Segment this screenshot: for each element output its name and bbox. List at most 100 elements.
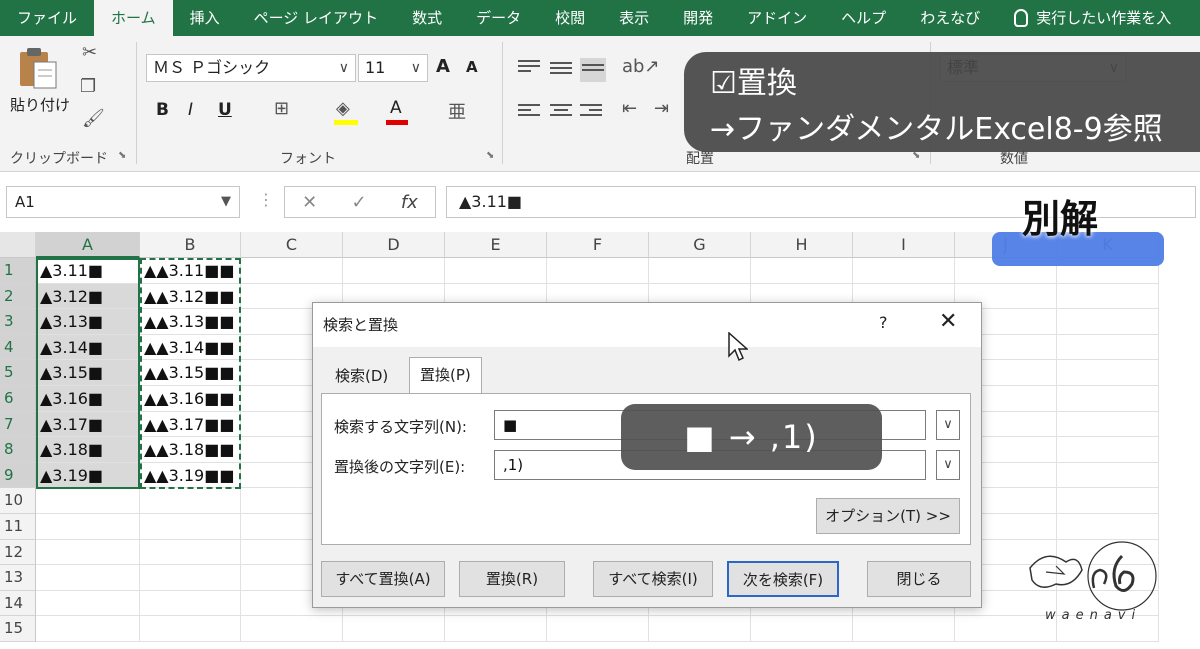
tab-page-layout[interactable]: ページ レイアウト bbox=[237, 0, 395, 36]
row-header-2[interactable]: 2 bbox=[0, 283, 36, 310]
cell-b12[interactable] bbox=[140, 539, 241, 566]
font-launcher-icon[interactable]: ⬊ bbox=[486, 150, 494, 161]
row-header-4[interactable]: 4 bbox=[0, 334, 36, 361]
splitter-handle[interactable]: ⋮ bbox=[258, 190, 274, 209]
cell-a15[interactable] bbox=[36, 616, 140, 642]
close-button[interactable]: 閉じる bbox=[867, 561, 971, 597]
cell-i15[interactable] bbox=[853, 616, 955, 642]
enter-icon[interactable]: ✓ bbox=[351, 192, 366, 213]
cell-b11[interactable] bbox=[140, 514, 241, 540]
row-header-6[interactable]: 6 bbox=[0, 386, 36, 412]
cell-k6[interactable] bbox=[1057, 386, 1159, 412]
column-header-a[interactable]: A bbox=[36, 232, 140, 258]
tab-waenavi[interactable]: わえなび bbox=[903, 0, 997, 36]
cell-h15[interactable] bbox=[751, 616, 853, 642]
find-history-dropdown[interactable]: ∨ bbox=[936, 410, 960, 440]
cell-d1[interactable] bbox=[343, 258, 445, 284]
row-header-1[interactable]: 1 bbox=[0, 258, 36, 284]
cell-e1[interactable] bbox=[445, 258, 547, 284]
cell-f15[interactable] bbox=[547, 616, 649, 642]
name-box[interactable]: A1 ▼ bbox=[6, 186, 240, 218]
find-all-button[interactable]: すべて検索(I) bbox=[593, 561, 713, 597]
fill-color-icon[interactable]: ◈ bbox=[336, 98, 350, 119]
cell-d15[interactable] bbox=[343, 616, 445, 642]
tab-replace[interactable]: 置換(P) bbox=[409, 357, 482, 395]
underline-button[interactable]: U bbox=[218, 100, 232, 120]
cell-k3[interactable] bbox=[1057, 309, 1159, 335]
row-header-5[interactable]: 5 bbox=[0, 360, 36, 386]
cell-c1[interactable] bbox=[241, 258, 343, 284]
cell-a11[interactable] bbox=[36, 514, 140, 540]
copy-icon[interactable]: ❐ bbox=[80, 76, 96, 97]
tell-me-box[interactable]: 実行したい作業を入 bbox=[997, 0, 1188, 36]
cell-g15[interactable] bbox=[649, 616, 751, 642]
options-button[interactable]: オプション(T) >> bbox=[816, 498, 960, 534]
column-header-i[interactable]: I bbox=[853, 232, 955, 258]
row-header-15[interactable]: 15 bbox=[0, 616, 36, 642]
column-header-f[interactable]: F bbox=[547, 232, 649, 258]
cell-k5[interactable] bbox=[1057, 360, 1159, 386]
borders-icon[interactable]: ⊞ bbox=[274, 98, 289, 119]
row-header-14[interactable]: 14 bbox=[0, 590, 36, 617]
column-header-g[interactable]: G bbox=[649, 232, 751, 258]
cell-h1[interactable] bbox=[751, 258, 853, 284]
cell-b10[interactable] bbox=[140, 488, 241, 514]
cell-f1[interactable] bbox=[547, 258, 649, 284]
row-header-12[interactable]: 12 bbox=[0, 539, 36, 566]
insert-function-icon[interactable]: fx bbox=[401, 192, 418, 213]
row-header-7[interactable]: 7 bbox=[0, 411, 36, 438]
tab-find[interactable]: 検索(D) bbox=[325, 359, 398, 393]
align-center-icon[interactable] bbox=[550, 104, 572, 120]
cell-i1[interactable] bbox=[853, 258, 955, 284]
cell-g1[interactable] bbox=[649, 258, 751, 284]
row-header-10[interactable]: 10 bbox=[0, 488, 36, 514]
column-header-d[interactable]: D bbox=[343, 232, 445, 258]
row-header-3[interactable]: 3 bbox=[0, 309, 36, 335]
cell-k4[interactable] bbox=[1057, 334, 1159, 361]
replace-history-dropdown[interactable]: ∨ bbox=[936, 450, 960, 480]
row-header-11[interactable]: 11 bbox=[0, 514, 36, 540]
cell-k10[interactable] bbox=[1057, 488, 1159, 514]
cell-c15[interactable] bbox=[241, 616, 343, 642]
bold-button[interactable]: B bbox=[156, 100, 169, 120]
clipboard-launcher-icon[interactable]: ⬊ bbox=[118, 150, 126, 161]
align-middle-icon[interactable] bbox=[550, 62, 572, 78]
increase-indent-icon[interactable]: ⇥ bbox=[654, 98, 669, 119]
cancel-icon[interactable]: ✕ bbox=[302, 192, 317, 213]
format-painter-icon[interactable]: 🖌 bbox=[82, 108, 105, 129]
cell-e15[interactable] bbox=[445, 616, 547, 642]
cell-a10[interactable] bbox=[36, 488, 140, 514]
cell-b13[interactable] bbox=[140, 565, 241, 591]
row-header-9[interactable]: 9 bbox=[0, 462, 36, 489]
align-top-icon[interactable] bbox=[518, 60, 540, 76]
tab-help[interactable]: ヘルプ bbox=[824, 0, 903, 36]
font-size-combo[interactable]: 11 ∨ bbox=[358, 54, 428, 82]
column-header-c[interactable]: C bbox=[241, 232, 343, 258]
tab-file[interactable]: ファイル bbox=[0, 0, 94, 36]
tab-formulas[interactable]: 数式 bbox=[395, 0, 459, 36]
align-bottom-icon[interactable] bbox=[580, 58, 606, 82]
font-name-combo[interactable]: ＭＳ Ｐゴシック ∨ bbox=[146, 54, 356, 82]
font-color-button[interactable]: A bbox=[390, 98, 402, 118]
cell-k9[interactable] bbox=[1057, 462, 1159, 489]
align-right-icon[interactable] bbox=[580, 104, 602, 120]
cell-k8[interactable] bbox=[1057, 437, 1159, 463]
paste-icon[interactable] bbox=[18, 46, 58, 90]
cell-k2[interactable] bbox=[1057, 283, 1159, 310]
column-header-e[interactable]: E bbox=[445, 232, 547, 258]
column-header-h[interactable]: H bbox=[751, 232, 853, 258]
decrease-indent-icon[interactable]: ⇤ bbox=[622, 98, 637, 119]
tab-insert[interactable]: 挿入 bbox=[173, 0, 237, 36]
replace-button[interactable]: 置換(R) bbox=[459, 561, 565, 597]
cut-icon[interactable]: ✂ bbox=[82, 42, 97, 63]
tab-home[interactable]: ホーム bbox=[94, 0, 173, 36]
cell-b15[interactable] bbox=[140, 616, 241, 642]
tab-review[interactable]: 校閲 bbox=[538, 0, 602, 36]
replace-all-button[interactable]: すべて置換(A) bbox=[321, 561, 445, 597]
cell-a14[interactable] bbox=[36, 590, 140, 617]
tab-data[interactable]: データ bbox=[459, 0, 538, 36]
align-left-icon[interactable] bbox=[518, 104, 540, 120]
orientation-icon[interactable]: ab↗ bbox=[622, 56, 660, 77]
cell-b14[interactable] bbox=[140, 590, 241, 617]
row-header-8[interactable]: 8 bbox=[0, 437, 36, 463]
